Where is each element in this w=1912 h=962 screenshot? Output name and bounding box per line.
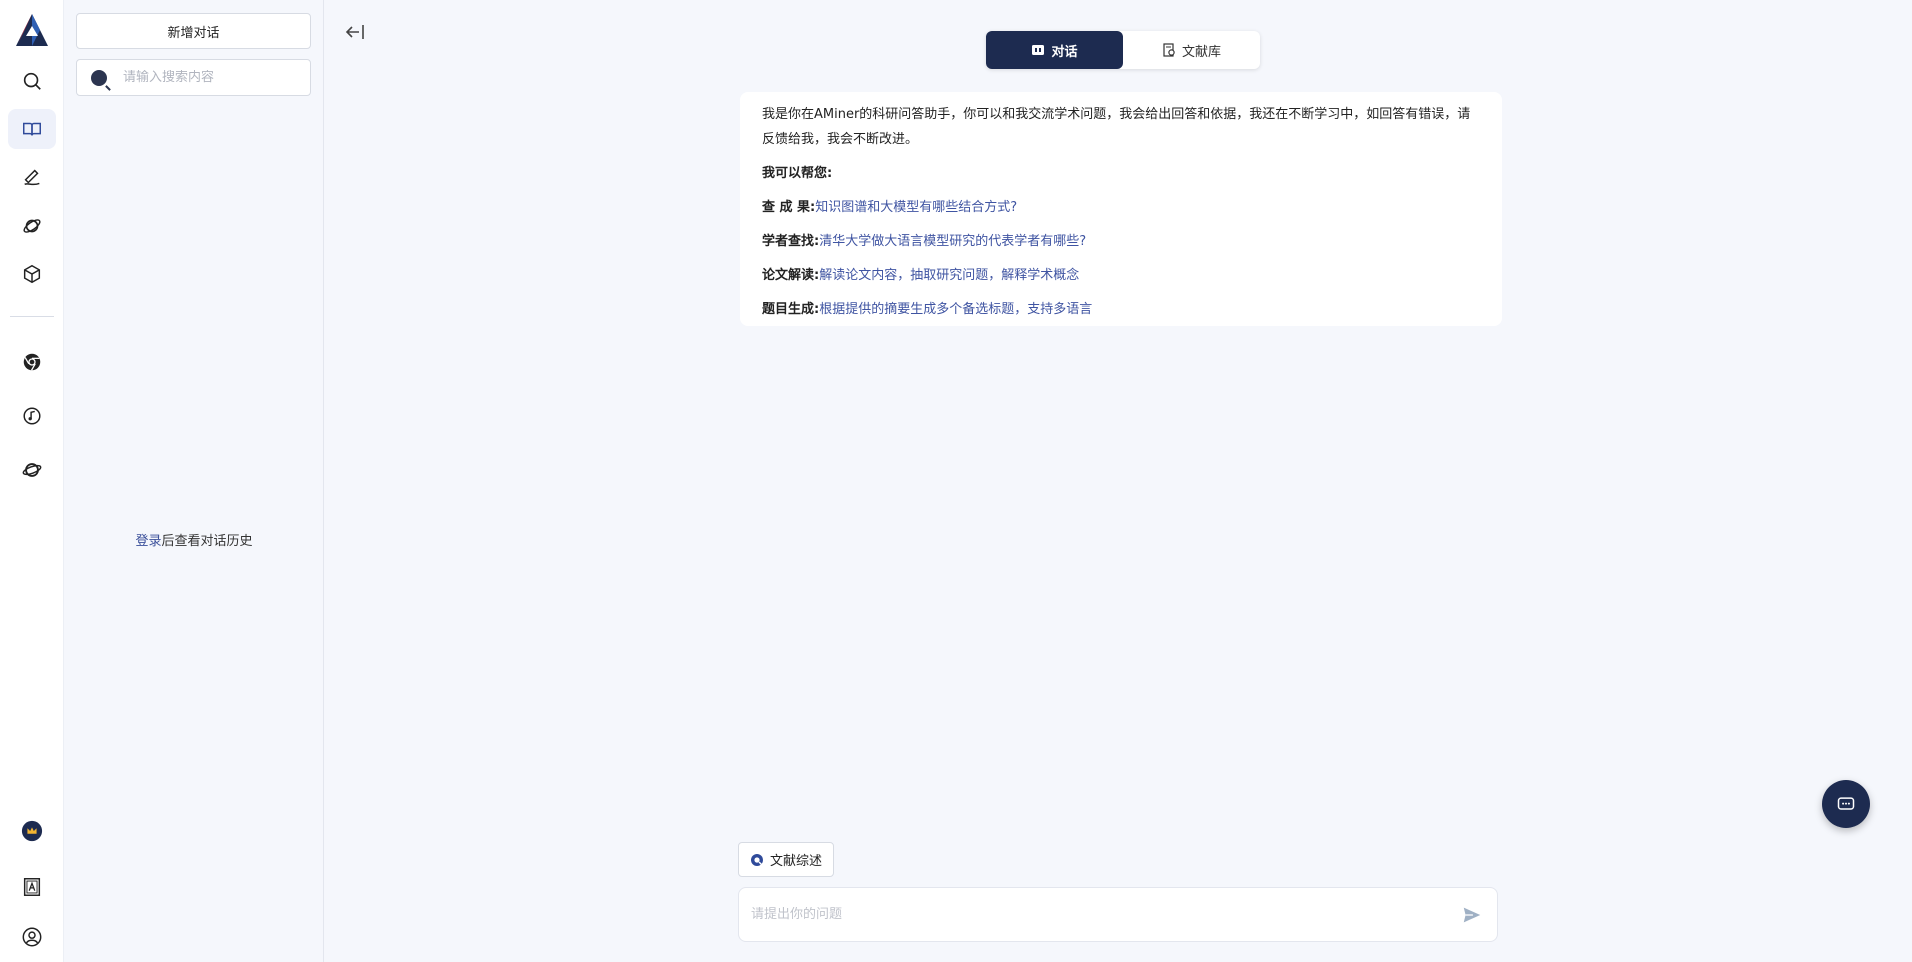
tab-chat-label: 对话 xyxy=(1051,44,1078,60)
book-icon[interactable] xyxy=(8,109,56,149)
collapse-panel-icon[interactable] xyxy=(343,20,367,44)
chat-bubble-icon xyxy=(1837,797,1855,810)
user-icon[interactable] xyxy=(8,917,56,957)
search-icon xyxy=(91,69,107,86)
tab-library-label: 文献库 xyxy=(1181,44,1221,60)
chat-tab-icon xyxy=(1032,45,1045,55)
music-note-icon[interactable] xyxy=(8,396,56,436)
capability-item: 题目生成:根据提供的摘要生成多个备选标题，支持多语言 xyxy=(762,297,1480,322)
search-input[interactable] xyxy=(123,70,293,85)
document-a-icon[interactable] xyxy=(8,867,56,907)
login-link[interactable]: 登录 xyxy=(135,534,161,549)
example-question-link[interactable]: 清华大学做大语言模型研究的代表学者有哪些? xyxy=(819,234,1086,249)
floating-chat-button[interactable] xyxy=(1822,780,1870,828)
library-tab-icon xyxy=(1163,43,1175,57)
orbit-icon[interactable] xyxy=(8,450,56,490)
capability-key: 论文解读: xyxy=(762,268,820,283)
planet-icon[interactable] xyxy=(8,206,56,246)
capability-key: 查 成 果: xyxy=(762,200,816,215)
cube-icon[interactable] xyxy=(8,254,56,294)
crown-badge-icon[interactable] xyxy=(8,811,56,851)
literature-review-label: 文献综述 xyxy=(769,854,822,869)
history-panel: 新增对话 登录后查看对话历史 xyxy=(64,0,324,962)
pen-icon[interactable] xyxy=(8,157,56,197)
capability-item: 论文解读:解读论文内容，抽取研究问题，解释学术概念 xyxy=(762,263,1480,288)
literature-review-button[interactable]: 文献综述 xyxy=(738,842,834,877)
mode-switcher: 对话 文献库 xyxy=(986,31,1260,69)
capability-key: 学者查找: xyxy=(762,234,820,249)
rail-divider xyxy=(10,316,54,317)
welcome-card: 我是你在AMiner的科研问答助手，你可以和我交流学术问题，我会给出回答和依据，… xyxy=(740,92,1502,326)
capability-item: 学者查找:清华大学做大语言模型研究的代表学者有哪些? xyxy=(762,229,1480,254)
example-question-link[interactable]: 根据提供的摘要生成多个备选标题，支持多语言 xyxy=(819,302,1092,317)
welcome-intro: 我是你在AMiner的科研问答助手，你可以和我交流学术问题，我会给出回答和依据，… xyxy=(762,107,1471,147)
capability-item: 查 成 果:知识图谱和大模型有哪些结合方式? xyxy=(762,195,1480,220)
literature-review-icon xyxy=(750,853,763,866)
tab-chat[interactable]: 对话 xyxy=(986,31,1123,69)
icon-rail xyxy=(0,0,64,962)
aminer-logo[interactable] xyxy=(14,12,50,48)
login-hint-text: 后查看对话历史 xyxy=(161,534,253,549)
example-question-link[interactable]: 解读论文内容，抽取研究问题，解释学术概念 xyxy=(819,268,1079,283)
new-chat-button[interactable]: 新增对话 xyxy=(76,13,311,49)
question-input[interactable] xyxy=(751,907,1459,922)
help-title: 我可以帮您: xyxy=(762,166,833,181)
question-composer xyxy=(738,887,1498,942)
tab-library[interactable]: 文献库 xyxy=(1123,31,1260,69)
send-icon[interactable] xyxy=(1459,902,1485,928)
example-question-link[interactable]: 知识图谱和大模型有哪些结合方式? xyxy=(815,200,1017,215)
login-hint: 登录后查看对话历史 xyxy=(64,530,324,549)
capability-key: 题目生成: xyxy=(762,302,820,317)
search-icon[interactable] xyxy=(8,61,56,101)
history-search[interactable] xyxy=(76,59,311,96)
chrome-icon[interactable] xyxy=(8,342,56,382)
